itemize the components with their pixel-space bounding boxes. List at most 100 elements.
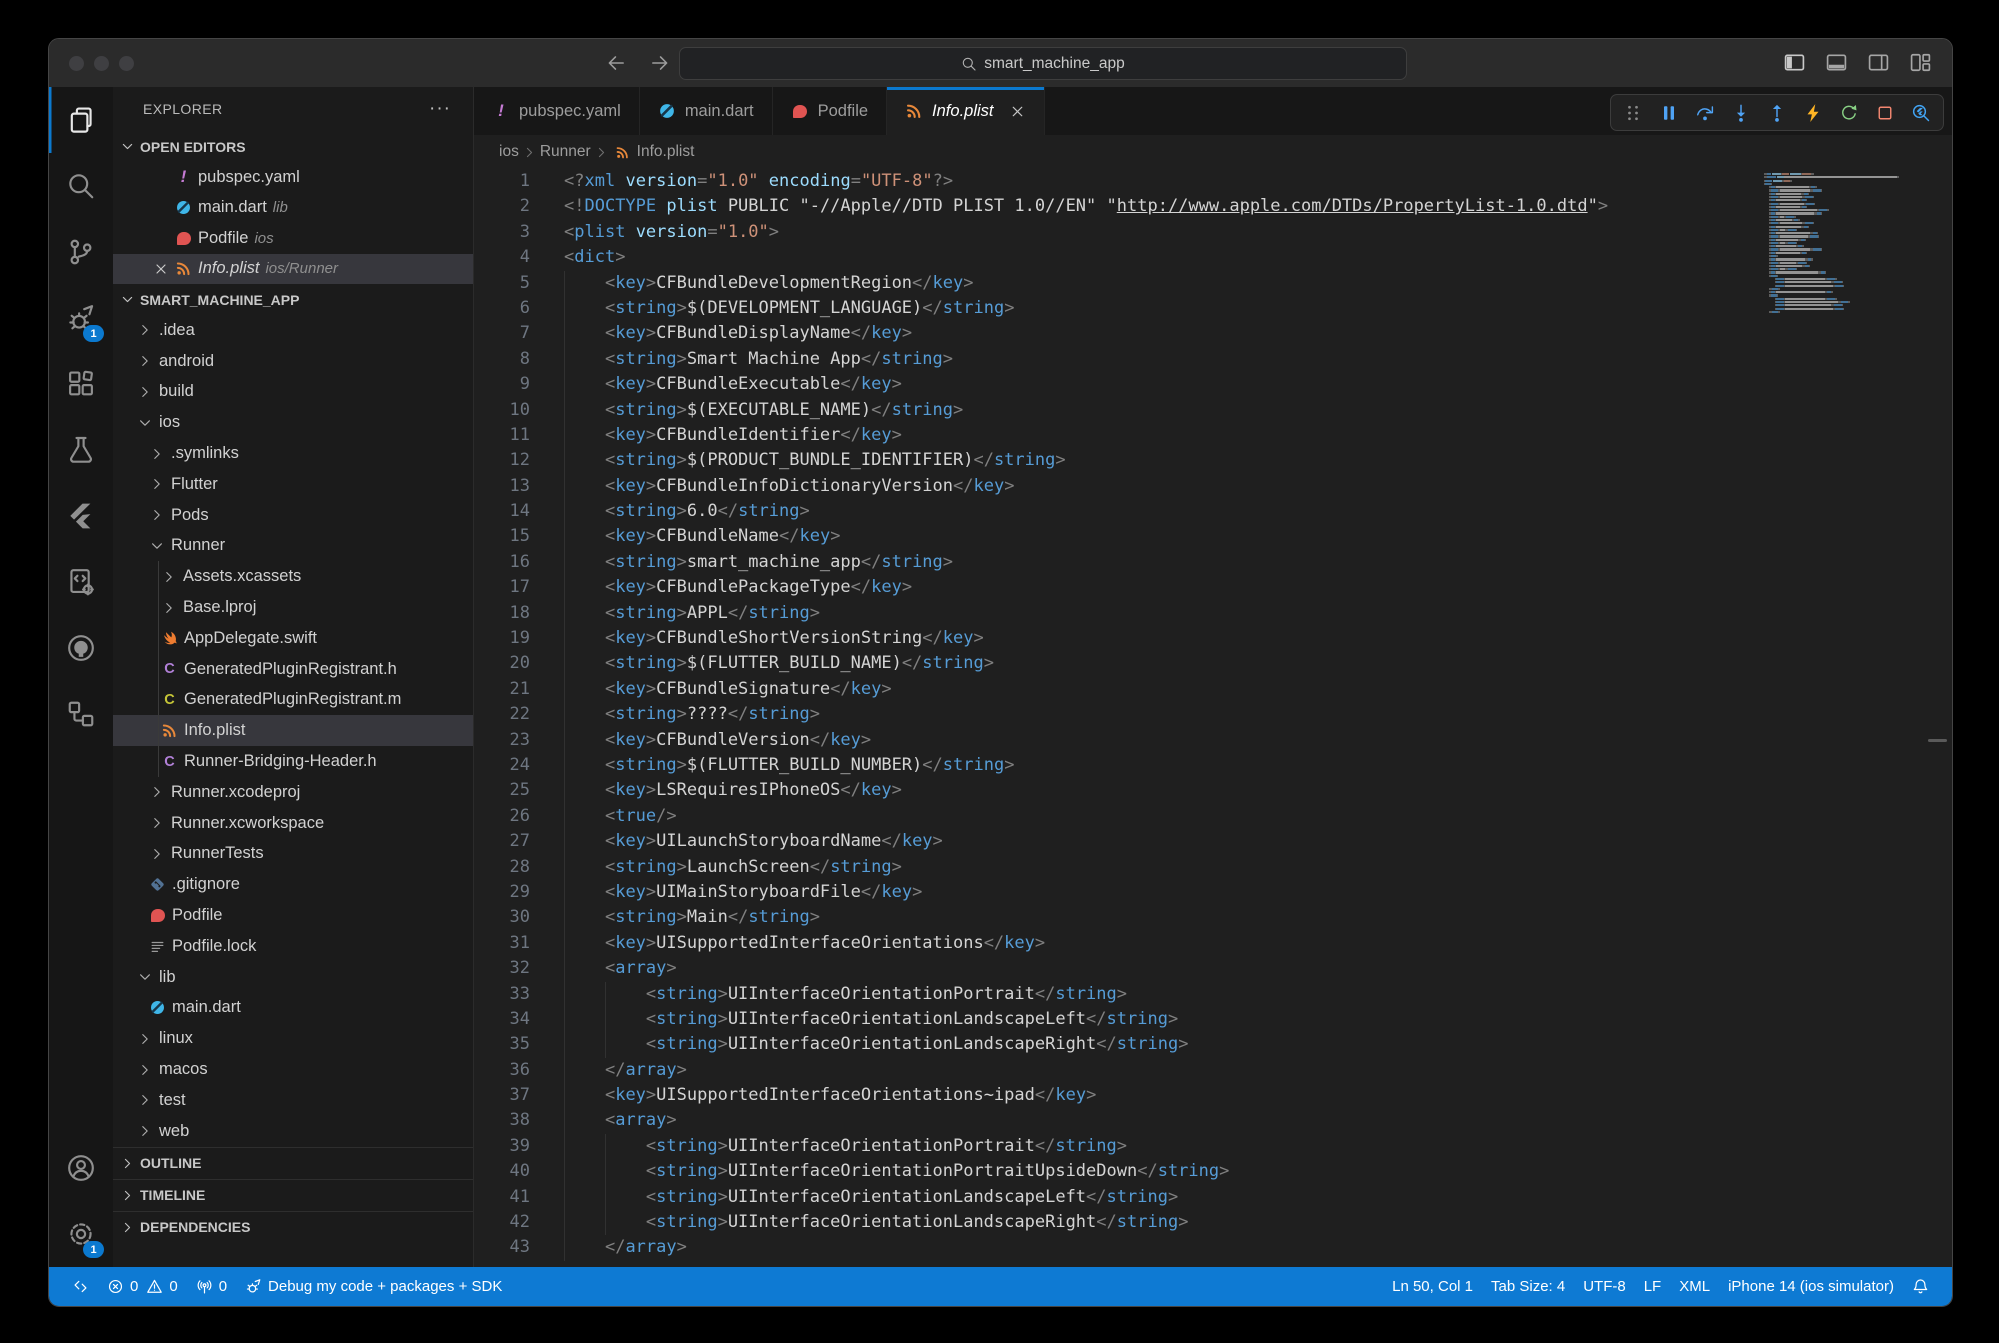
activity-item-run-and-debug[interactable]: 1 xyxy=(49,285,113,351)
layout-panel-icon[interactable] xyxy=(1825,51,1848,74)
tree-folder-assets-xcassets[interactable]: Assets.xcassets xyxy=(113,561,473,592)
tree-file-main-dart[interactable]: main.dart xyxy=(113,993,473,1024)
tree-file-podfile[interactable]: Podfile xyxy=(113,900,473,931)
tree-folder-flutter[interactable]: Flutter xyxy=(113,469,473,500)
tree-folder-runner-xcodeproj[interactable]: Runner.xcodeproj xyxy=(113,777,473,808)
drag-handle-button[interactable] xyxy=(1615,96,1651,130)
activity-item-project-manager[interactable] xyxy=(49,549,113,615)
tree-folder-macos[interactable]: macos xyxy=(113,1054,473,1085)
activity-item-testing[interactable] xyxy=(49,417,113,483)
line-number: 5 xyxy=(474,271,530,296)
activity-item-github[interactable] xyxy=(49,615,113,681)
activity-item-extensions[interactable] xyxy=(49,351,113,417)
tree-folder-symlinks[interactable]: .symlinks xyxy=(113,438,473,469)
workspace-header[interactable]: SMART_MACHINE_APP xyxy=(113,284,473,315)
activity-item-source-control[interactable] xyxy=(49,219,113,285)
forward-icon[interactable] xyxy=(649,50,671,76)
tree-folder-pods[interactable]: Pods xyxy=(113,500,473,531)
breadcrumb-item-info-plist[interactable]: Info.plist xyxy=(637,143,695,161)
tree-folder-build[interactable]: build xyxy=(113,377,473,408)
layout-custom-icon[interactable] xyxy=(1909,51,1932,74)
tab-podfile[interactable]: Podfile xyxy=(773,87,887,135)
activity-item-search[interactable] xyxy=(49,153,113,219)
status-encoding[interactable]: UTF-8 xyxy=(1574,1278,1635,1295)
breadcrumb-item-ios[interactable]: ios xyxy=(499,143,519,161)
code-line-6: 6 <string>$(DEVELOPMENT_LANGUAGE)</strin… xyxy=(474,296,1952,321)
tree-file-generatedpluginregistrant-m[interactable]: CGeneratedPluginRegistrant.m xyxy=(113,685,473,716)
close-window-button[interactable] xyxy=(69,56,84,71)
tree-folder-lib[interactable]: lib xyxy=(113,962,473,993)
command-center-search[interactable]: smart_machine_app xyxy=(679,47,1407,80)
tree-folder-test[interactable]: test xyxy=(113,1085,473,1116)
tab-pubspec-yaml[interactable]: !pubspec.yaml xyxy=(474,87,640,135)
tree-folder-idea[interactable]: .idea xyxy=(113,315,473,346)
status-language-mode[interactable]: XML xyxy=(1670,1278,1719,1295)
tab-main-dart[interactable]: main.dart xyxy=(640,87,773,135)
chevron-right-icon xyxy=(149,446,165,462)
section-outline[interactable]: OUTLINE xyxy=(113,1147,473,1179)
code-line-10: 10 <string>$(EXECUTABLE_NAME)</string> xyxy=(474,398,1952,423)
tree-file-podfile-lock[interactable]: Podfile.lock xyxy=(113,931,473,962)
close-icon[interactable] xyxy=(1009,103,1026,120)
tree-file-gitignore[interactable]: .gitignore xyxy=(113,869,473,900)
tree-file-info-plist[interactable]: Info.plist xyxy=(113,715,473,746)
section-timeline[interactable]: TIMELINE xyxy=(113,1179,473,1211)
file-path: lib xyxy=(273,199,288,216)
open-editors-header[interactable]: OPEN EDITORS xyxy=(113,131,473,162)
status-notifications[interactable] xyxy=(1903,1278,1938,1295)
status-ports[interactable]: 0 xyxy=(187,1278,236,1295)
code-line-5: 5 <key>CFBundleDevelopmentRegion</key> xyxy=(474,271,1952,296)
status-remote-indicator[interactable] xyxy=(63,1278,98,1295)
file-path: ios xyxy=(254,230,273,247)
status-indentation[interactable]: Tab Size: 4 xyxy=(1482,1278,1574,1295)
status-debug-config[interactable]: Debug my code + packages + SDK xyxy=(236,1278,511,1295)
tree-folder-runnertests[interactable]: RunnerTests xyxy=(113,839,473,870)
more-actions-icon[interactable]: ··· xyxy=(429,98,451,120)
activity-item-explorer[interactable] xyxy=(49,87,113,153)
minimize-window-button[interactable] xyxy=(94,56,109,71)
step-out-button[interactable] xyxy=(1759,96,1795,130)
stop-button[interactable] xyxy=(1867,96,1903,130)
tree-folder-runner[interactable]: Runner xyxy=(113,531,473,562)
activity-item-accounts[interactable] xyxy=(49,1135,113,1201)
zoom-window-button[interactable] xyxy=(119,56,134,71)
tree-file-generatedpluginregistrant-h[interactable]: CGeneratedPluginRegistrant.h xyxy=(113,654,473,685)
activity-item-manage[interactable]: 1 xyxy=(49,1201,113,1267)
code-editor[interactable]: 1<?xml version="1.0" encoding="UTF-8"?>2… xyxy=(474,169,1952,1261)
status-warnings[interactable]: 0 xyxy=(142,1278,186,1295)
activity-item-flutter[interactable] xyxy=(49,483,113,549)
tree-folder-runner-xcworkspace[interactable]: Runner.xcworkspace xyxy=(113,808,473,839)
tree-file-appdelegate-swift[interactable]: AppDelegate.swift xyxy=(113,623,473,654)
widget-inspector-button[interactable] xyxy=(1903,96,1939,130)
tab-info-plist[interactable]: Info.plist xyxy=(887,87,1044,135)
chevron-down-icon xyxy=(149,538,165,554)
tree-folder-ios[interactable]: ios xyxy=(113,407,473,438)
tree-folder-base-lproj[interactable]: Base.lproj xyxy=(113,592,473,623)
status-right: Ln 50, Col 1Tab Size: 4UTF-8LFXMLiPhone … xyxy=(1383,1278,1938,1295)
tree-folder-web[interactable]: web xyxy=(113,1116,473,1147)
layout-sidebar-left-icon[interactable] xyxy=(1783,51,1806,74)
step-over-button[interactable] xyxy=(1687,96,1723,130)
tree-folder-linux[interactable]: linux xyxy=(113,1023,473,1054)
layout-sidebar-right-icon[interactable] xyxy=(1867,51,1890,74)
open-editor-info-plist[interactable]: Info.plistios/Runner xyxy=(113,254,473,285)
open-editor-podfile[interactable]: Podfileios xyxy=(113,223,473,254)
close-icon[interactable] xyxy=(153,261,169,277)
tree-file-runner-bridging-header-h[interactable]: CRunner-Bridging-Header.h xyxy=(113,746,473,777)
tree-folder-android[interactable]: android xyxy=(113,346,473,377)
pause-button[interactable] xyxy=(1651,96,1687,130)
open-editor-main-dart[interactable]: main.dartlib xyxy=(113,193,473,224)
status-flutter-device[interactable]: iPhone 14 (ios simulator) xyxy=(1719,1278,1903,1295)
step-into-button[interactable] xyxy=(1723,96,1759,130)
status-eol[interactable]: LF xyxy=(1635,1278,1671,1295)
breadcrumb-item-runner[interactable]: Runner xyxy=(540,143,591,161)
minimap[interactable] xyxy=(1764,173,1914,314)
restart-button[interactable] xyxy=(1831,96,1867,130)
back-icon[interactable] xyxy=(605,50,627,76)
hot-reload-button[interactable] xyxy=(1795,96,1831,130)
open-editor-pubspec-yaml[interactable]: !pubspec.yaml xyxy=(113,162,473,193)
section-dependencies[interactable]: DEPENDENCIES xyxy=(113,1211,473,1243)
status-cursor-position[interactable]: Ln 50, Col 1 xyxy=(1383,1278,1482,1295)
activity-item-references[interactable] xyxy=(49,681,113,747)
status-errors[interactable]: 0 xyxy=(98,1278,142,1295)
